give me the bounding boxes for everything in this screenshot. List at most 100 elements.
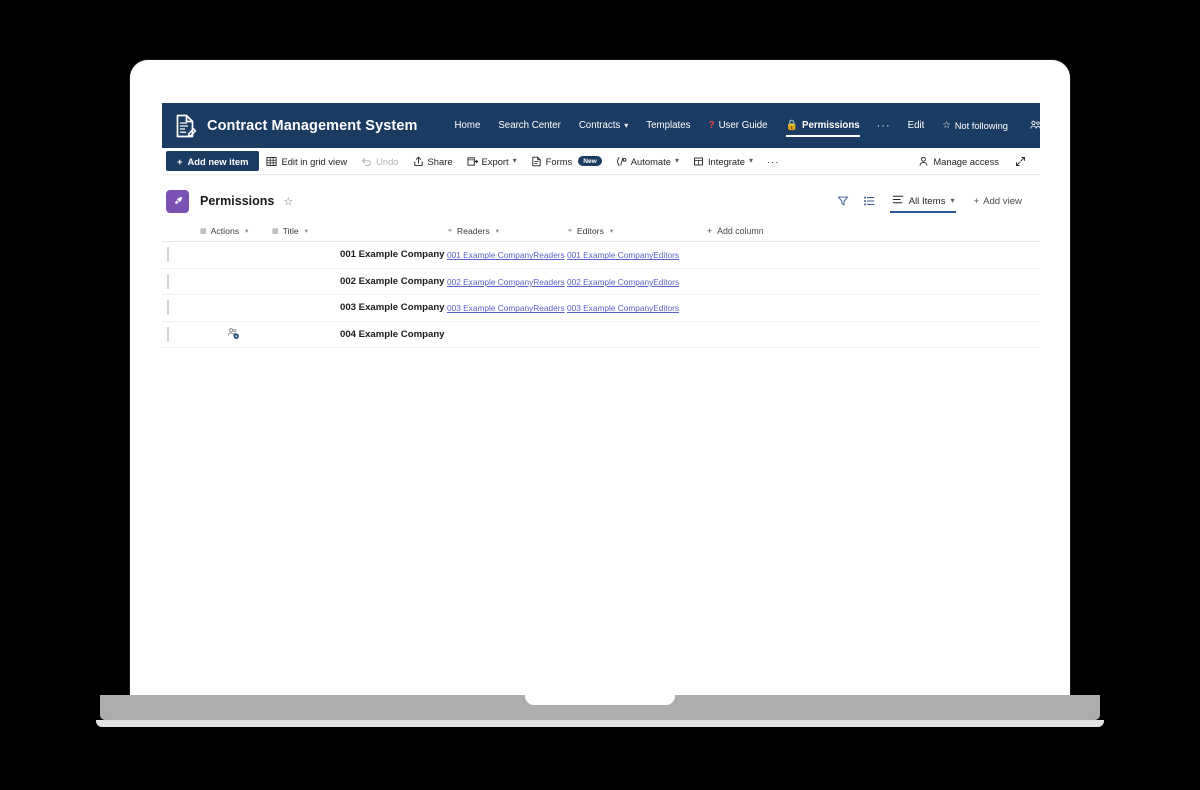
row-select-indicator[interactable] [162, 327, 200, 343]
command-overflow-button[interactable]: ··· [760, 152, 786, 171]
editors-link[interactable]: 002 Example CompanyEditors [567, 277, 679, 287]
favorite-star-icon[interactable]: ☆ [283, 195, 293, 208]
rocket-icon [166, 189, 189, 213]
nav-label: Permissions [802, 120, 860, 131]
editors-link[interactable]: 001 Example CompanyEditors [567, 250, 679, 260]
person-link-icon: ⚭ [447, 227, 453, 235]
header-actions: ☆ Not following Site access [933, 114, 1070, 138]
cmd-label: Edit in grid view [281, 155, 348, 167]
row-select-indicator[interactable] [162, 273, 200, 289]
view-selector[interactable]: All Items ▾ [883, 190, 964, 213]
chevron-down-icon: ▾ [748, 156, 753, 165]
row-title: 003 Example Company [340, 302, 445, 314]
table-row[interactable]: 001 Example Company 001 Example CompanyR… [162, 242, 1040, 269]
nav-item-user-guide[interactable]: ? User Guide [699, 114, 776, 137]
integrate-button[interactable]: Integrate ▾ [686, 152, 760, 171]
row-readers-cell: 003 Example CompanyReaders [447, 302, 567, 313]
nav-overflow-button[interactable]: ··· [869, 116, 899, 136]
column-label: Readers [456, 225, 490, 236]
nav-item-edit[interactable]: Edit [899, 114, 934, 137]
row-select-indicator[interactable] [162, 247, 200, 263]
plus-icon: + [973, 195, 980, 207]
manage-access-button[interactable]: Manage access [911, 152, 1006, 171]
row-title: 001 Example Company [340, 249, 445, 261]
row-readers-cell: 001 Example CompanyReaders [447, 249, 567, 260]
plus-icon: + [707, 225, 713, 236]
table-row[interactable]: 004 Example Company [162, 322, 1040, 349]
question-mark-icon: ? [708, 120, 715, 131]
readers-link[interactable]: 002 Example CompanyReaders [447, 277, 565, 287]
add-column-cell: + Add column [707, 226, 1040, 236]
cmd-label: Share [427, 155, 453, 167]
chevron-down-icon: ▾ [304, 227, 308, 235]
automate-icon [616, 156, 627, 167]
filter-icon[interactable] [831, 190, 855, 212]
column-header-title[interactable]: ▦ Title ▾ [272, 226, 447, 236]
star-outline-icon: ☆ [942, 120, 951, 130]
laptop-notch [525, 695, 675, 705]
column-header-actions[interactable]: ▦ Actions ▾ [200, 226, 272, 236]
add-new-item-label: Add new item [187, 155, 249, 167]
not-following-button[interactable]: ☆ Not following [933, 114, 1017, 137]
nav-label: Templates [646, 120, 691, 131]
table-column-headers: ▦ Actions ▾ ▦ Title ▾ ⚭ Readers ▾ ⚭ Edit… [162, 220, 1040, 242]
nav-item-permissions[interactable]: 🔒 Permissions [777, 114, 869, 137]
people-settings-icon[interactable] [227, 327, 240, 342]
row-title: 002 Example Company [340, 275, 445, 287]
cmd-label: Forms [545, 155, 573, 167]
column-header-readers[interactable]: ⚭ Readers ▾ [447, 226, 567, 236]
column-label: Actions [210, 225, 240, 236]
view-controls: All Items ▾ + Add view [831, 190, 1030, 213]
page-title: Permissions [200, 194, 275, 208]
nav-label: Contracts [578, 120, 621, 131]
expand-diagonal-icon[interactable] [1008, 150, 1032, 172]
nav-item-home[interactable]: Home [446, 114, 490, 137]
table-row[interactable]: 003 Example Company 003 Example CompanyR… [162, 295, 1040, 322]
share-button[interactable]: Share [406, 152, 460, 171]
document-signature-icon [172, 113, 198, 139]
add-view-button[interactable]: + Add view [965, 192, 1030, 211]
site-access-button[interactable]: Site access [1021, 114, 1070, 138]
export-button[interactable]: Export ▾ [460, 152, 524, 171]
command-bar-right: Manage access [911, 150, 1032, 172]
automate-button[interactable]: Automate ▾ [609, 152, 686, 171]
integrate-icon [693, 156, 704, 167]
row-title: 004 Example Company [340, 329, 445, 341]
undo-button[interactable]: Undo [354, 152, 405, 171]
column-label: Editors [576, 225, 604, 236]
nav-item-templates[interactable]: Templates [637, 114, 699, 137]
manage-access-label: Manage access [933, 155, 999, 167]
row-readers-cell: 002 Example CompanyReaders [447, 276, 567, 287]
add-column-label: Add column [717, 225, 764, 236]
laptop-device-frame: Contract Management System Home Search C… [130, 60, 1070, 695]
command-bar: + Add new item Edit in grid view Undo Sh… [162, 148, 1040, 175]
current-view-label: All Items [908, 195, 946, 207]
list-header: Permissions ☆ All Items ▾ + Add view [162, 180, 1040, 222]
editors-link[interactable]: 003 Example CompanyEditors [567, 303, 679, 313]
not-following-label: Not following [954, 120, 1008, 131]
cmd-label: Undo [376, 155, 399, 167]
column-header-editors[interactable]: ⚭ Editors ▾ [567, 226, 707, 236]
list-format-icon[interactable] [857, 190, 881, 212]
site-navigation: Home Search Center Contracts ▾ Templates… [446, 114, 1070, 138]
list-table: ▦ Actions ▾ ▦ Title ▾ ⚭ Readers ▾ ⚭ Edit… [162, 220, 1040, 349]
edit-in-grid-view-button[interactable]: Edit in grid view [259, 152, 354, 171]
readers-link[interactable]: 001 Example CompanyReaders [447, 250, 565, 260]
readers-link[interactable]: 003 Example CompanyReaders [447, 303, 565, 313]
nav-item-search-center[interactable]: Search Center [489, 114, 569, 137]
nav-label: Home [454, 120, 481, 131]
row-editors-cell: 002 Example CompanyEditors [567, 276, 707, 287]
chevron-down-icon: ▾ [245, 227, 249, 235]
add-new-item-button[interactable]: + Add new item [166, 151, 260, 171]
cmd-label: Integrate [707, 155, 745, 167]
add-column-button[interactable]: + Add column [707, 226, 1040, 236]
chevron-down-icon: ▾ [512, 156, 517, 165]
chevron-down-icon: ▾ [674, 156, 679, 165]
nav-item-contracts[interactable]: Contracts ▾ [570, 114, 637, 137]
forms-button[interactable]: Forms New [524, 152, 609, 171]
view-lines-icon [892, 194, 904, 208]
row-editors-cell: 001 Example CompanyEditors [567, 249, 707, 260]
row-select-indicator[interactable] [162, 300, 200, 316]
table-row[interactable]: 002 Example Company 002 Example CompanyR… [162, 269, 1040, 296]
nav-label: Search Center [498, 120, 561, 131]
